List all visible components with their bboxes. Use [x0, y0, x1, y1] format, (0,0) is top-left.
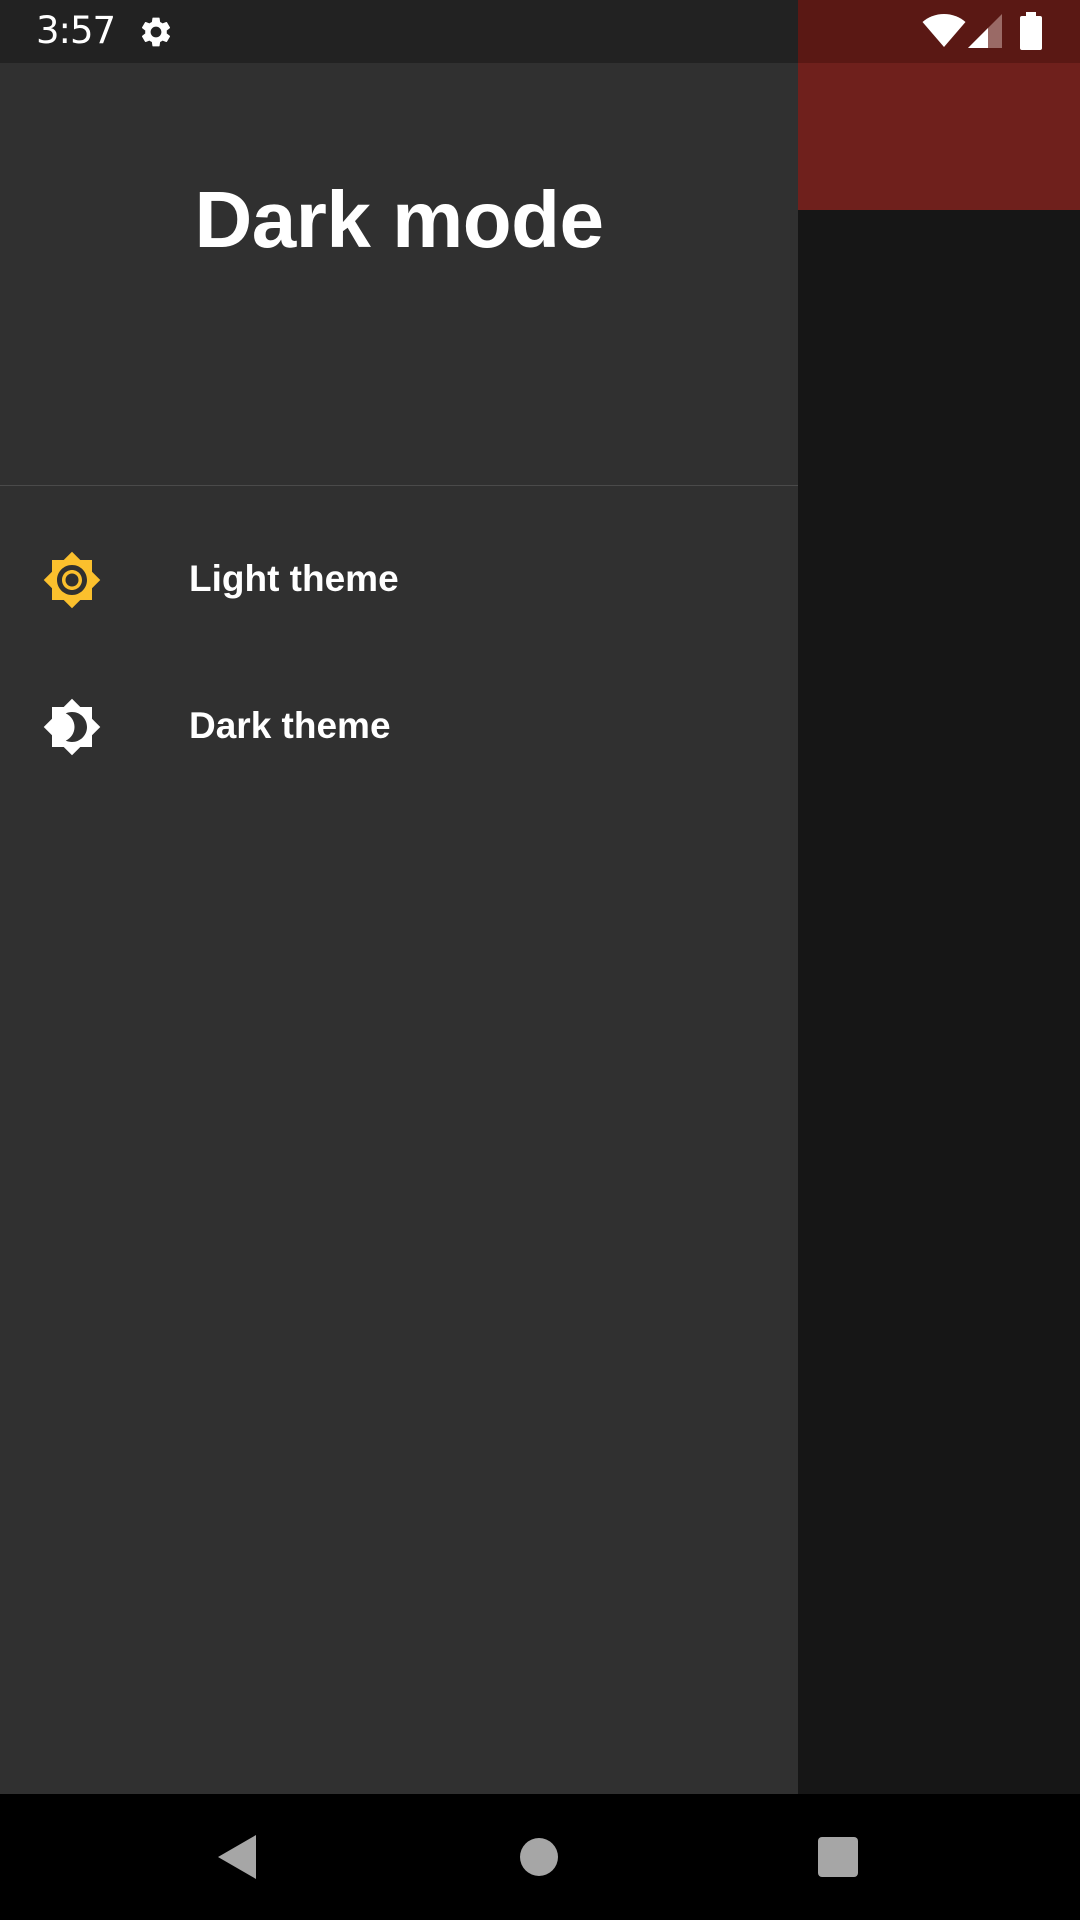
drawer-item-dark-theme[interactable]: Dark theme	[0, 654, 798, 800]
back-button[interactable]	[216, 1833, 260, 1881]
drawer-header	[0, 63, 798, 485]
status-time: 3:57	[36, 9, 116, 52]
drawer-item-light-theme[interactable]: Light theme	[0, 507, 798, 653]
status-bar-drawer-area	[0, 0, 798, 63]
signal-icon	[968, 14, 1002, 48]
drawer-title: Dark mode	[194, 175, 604, 264]
home-button[interactable]	[520, 1838, 558, 1876]
system-nav-bar	[0, 1794, 1080, 1920]
light-theme-icon	[43, 551, 101, 609]
dark-theme-icon	[43, 698, 101, 756]
drawer-divider	[0, 485, 798, 486]
gear-icon	[141, 17, 171, 47]
recents-button[interactable]	[818, 1837, 858, 1877]
status-bar: 3:57	[0, 0, 1080, 63]
drawer-item-label: Light theme	[189, 558, 399, 599]
battery-icon	[1020, 12, 1042, 50]
drawer-item-label: Dark theme	[189, 705, 391, 746]
navigation-drawer: Dark mode Light theme Dark theme	[0, 0, 798, 1794]
wifi-icon	[922, 14, 966, 47]
screen: 3:57 Dark mode Light theme Dark theme	[0, 0, 1080, 1920]
